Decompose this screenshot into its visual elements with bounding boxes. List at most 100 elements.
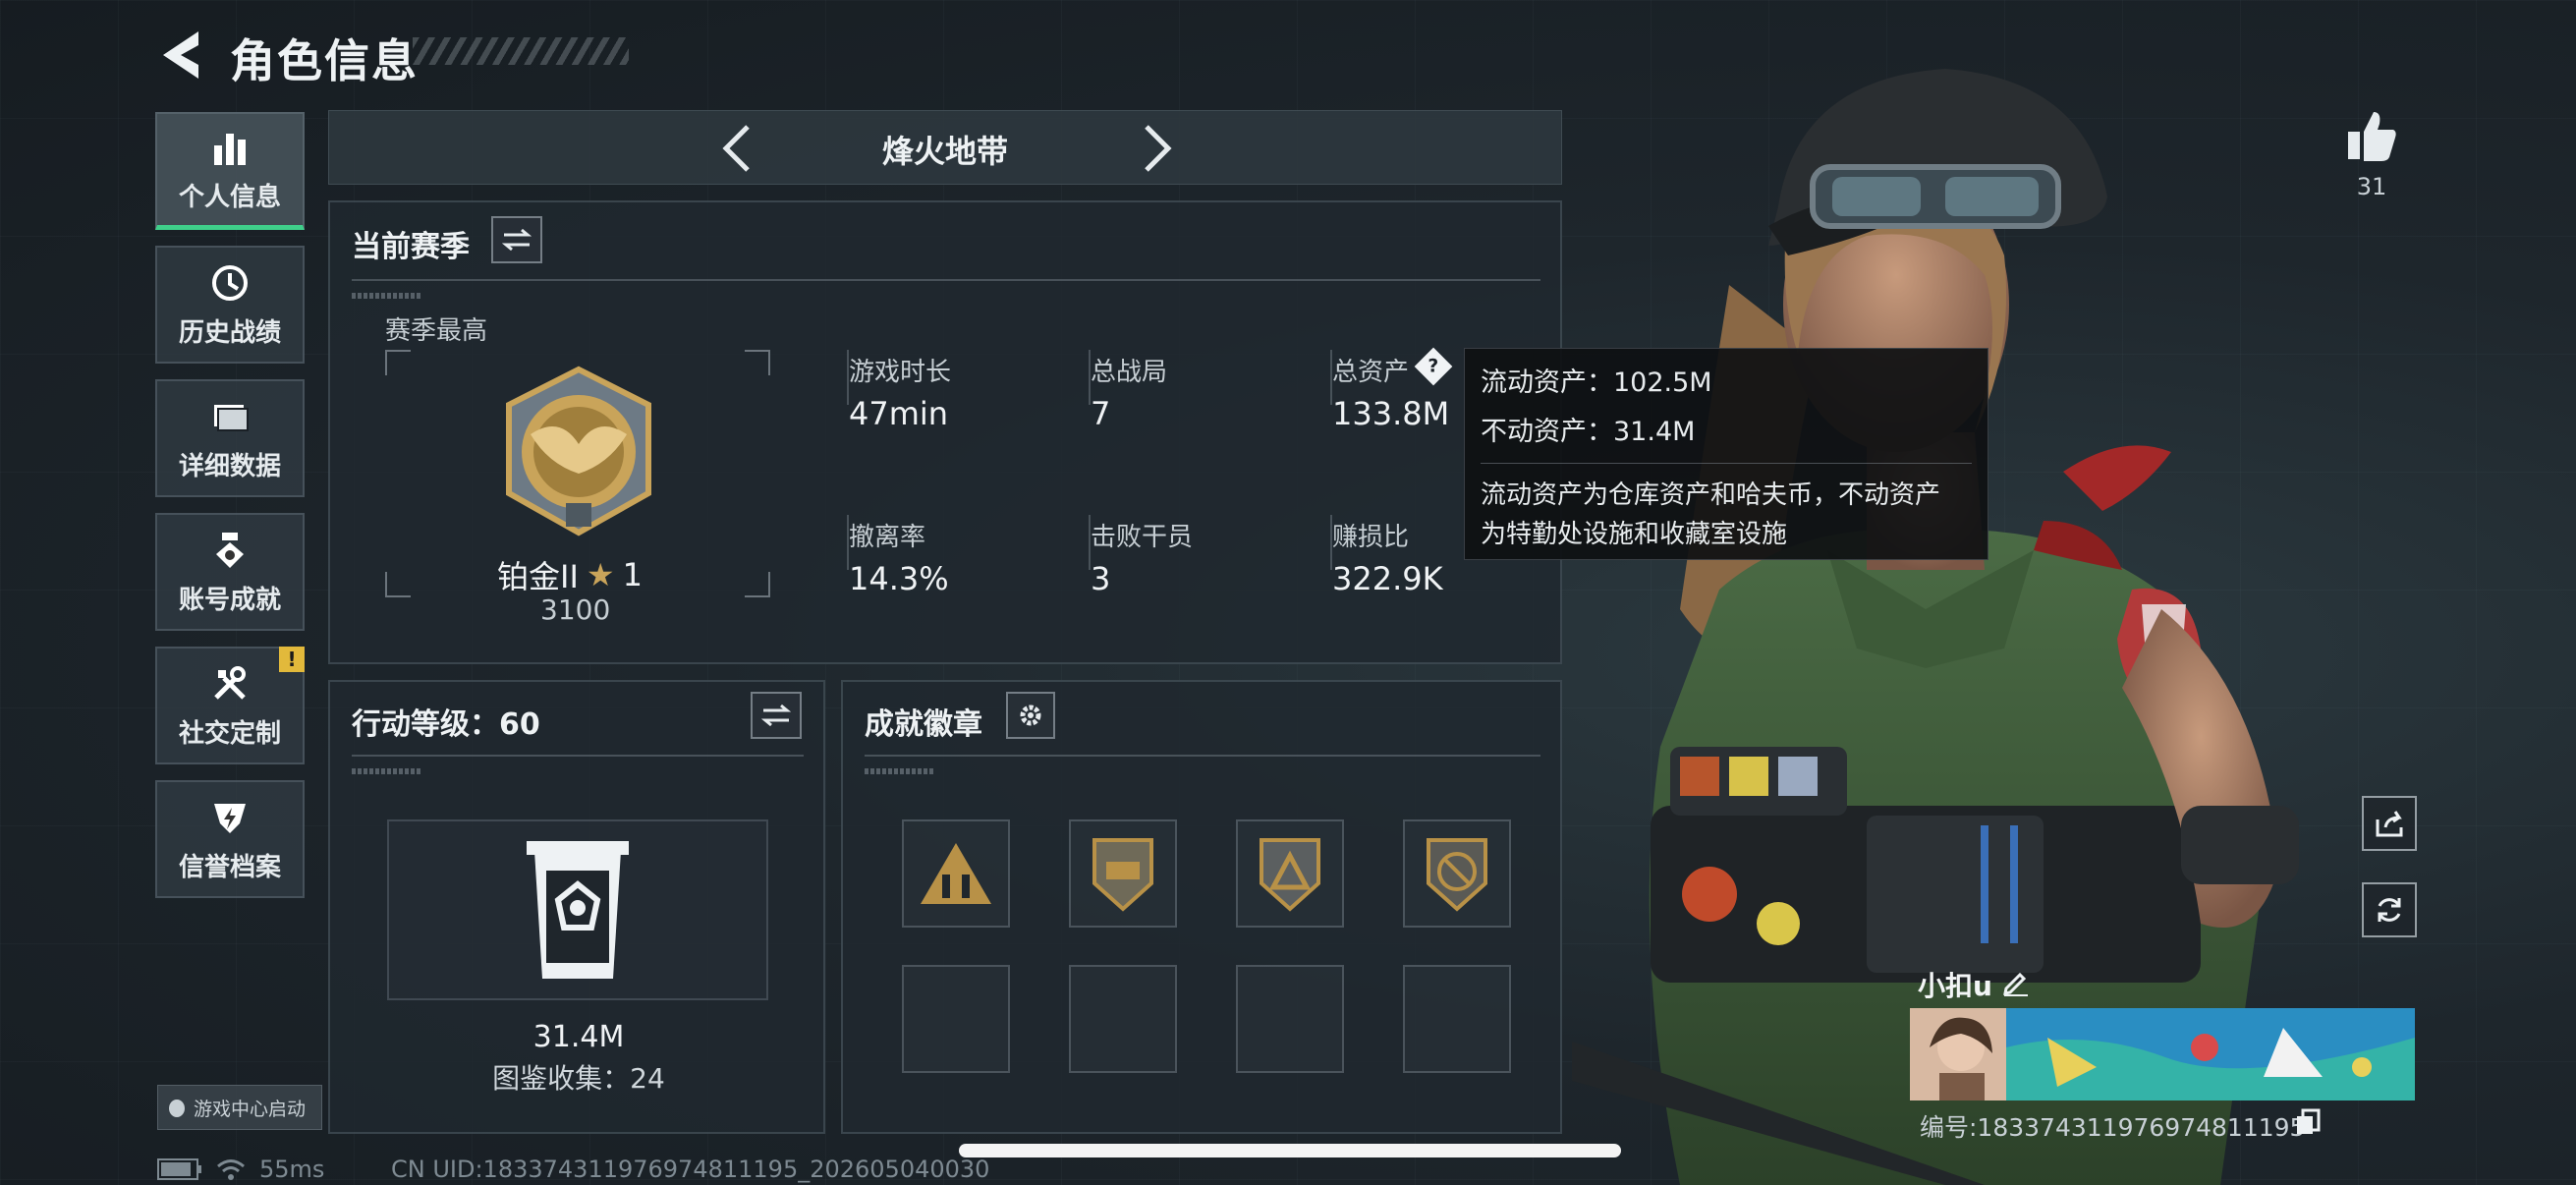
stat-label-playtime: 游戏时长 [849, 358, 952, 387]
player-banner[interactable] [1910, 1008, 2415, 1100]
frame-corner [385, 572, 411, 597]
sidebar-item-detailed-data[interactable]: 详细数据 [155, 379, 305, 497]
badge-slot[interactable] [1069, 819, 1177, 928]
tools-icon [208, 662, 252, 705]
tooltip-description-line1: 流动资产为仓库资产和哈夫币，不动资产 [1481, 480, 1941, 510]
title-decoration [413, 37, 629, 65]
swap-icon [502, 228, 532, 252]
badge-slot-empty[interactable] [1069, 965, 1177, 1073]
bar-chart-icon [208, 126, 252, 169]
ping-value: 55ms [259, 1156, 325, 1183]
sidebar-item-history[interactable]: 历史战绩 [155, 246, 305, 364]
season-best-label: 赛季最高 [385, 316, 488, 346]
sidebar-item-reputation[interactable]: 信誉档案 [155, 780, 305, 898]
sidebar-item-social[interactable]: 社交定制 ! [155, 647, 305, 764]
uid-text: CN UID:1833743119769748111​95_2026050400… [391, 1156, 990, 1183]
warning-badge: ! [279, 647, 305, 672]
mode-title: 烽火地带 [881, 133, 1008, 170]
sidebar-item-achievements[interactable]: 账号成就 [155, 513, 305, 631]
rank-name: 铂金II [497, 558, 579, 595]
rotate-button[interactable] [2362, 882, 2417, 937]
rank-label: 铂金II ★ 1 [497, 552, 643, 597]
frame-corner [745, 350, 770, 375]
stat-value-playtime: 47min [849, 395, 949, 432]
level-title: 行动等级：60 [352, 707, 540, 742]
assets-tooltip: 流动资产：102.5M 不动资产：31.4M 流动资产为仓库资产和哈夫币，不动资… [1464, 348, 1988, 560]
collection-value: 31.4M [532, 1020, 625, 1054]
thumbs-up-icon[interactable] [2344, 108, 2399, 163]
season-panel: 当前赛季 赛季最高 铂金II ★ 1 3100 游戏时长 47min 总战局 7… [328, 200, 1562, 664]
decoration [352, 293, 420, 299]
share-button[interactable] [2362, 796, 2417, 851]
decoration [352, 768, 420, 774]
achievements-panel: 成就徽章 [841, 680, 1562, 1134]
tooltip-fixed-assets: 不动资产：31.4M [1481, 417, 1696, 447]
game-center-label: 游戏中心启动 [194, 1098, 307, 1120]
home-indicator[interactable] [959, 1144, 1621, 1157]
sidebar-item-label: 账号成就 [178, 585, 281, 615]
decoration [865, 768, 933, 774]
player-id: 编号:1833743119769748111​95 [1920, 1113, 2306, 1142]
copy-icon[interactable] [2295, 1108, 2321, 1136]
frame-corner [385, 350, 411, 375]
share-icon [2376, 811, 2403, 837]
vehicle-badge-icon [1092, 838, 1153, 912]
swap-icon [761, 704, 791, 727]
sidebar-item-label: 历史战绩 [178, 317, 281, 348]
stat-value-extract-rate: 14.3% [849, 560, 949, 597]
collection-cabinet-icon [527, 841, 629, 979]
stat-label-assets: 总资产 [1332, 358, 1410, 387]
triangle-badge-icon [1260, 838, 1320, 912]
collection-preview[interactable] [387, 819, 768, 1000]
penguin-icon [169, 1100, 185, 1117]
badge-slot[interactable] [1236, 819, 1344, 928]
badge-slot-empty[interactable] [902, 965, 1010, 1073]
next-mode-icon[interactable] [1131, 121, 1180, 176]
rank-points: 3100 [540, 593, 611, 626]
game-center-button[interactable]: 游戏中心启动 [157, 1085, 322, 1130]
level-swap-button[interactable] [751, 692, 802, 739]
badge-slot[interactable] [902, 819, 1010, 928]
back-arrow-icon[interactable] [155, 26, 206, 85]
sidebar-item-label: 社交定制 [178, 718, 281, 749]
sidebar-item-personal-info[interactable]: 个人信息 [155, 112, 305, 230]
stat-label-matches: 总战局 [1091, 358, 1168, 387]
achievements-title: 成就徽章 [865, 707, 982, 742]
season-swap-button[interactable] [491, 216, 542, 263]
season-title: 当前赛季 [352, 230, 470, 264]
stat-value-kills: 3 [1091, 560, 1111, 597]
medal-icon [208, 529, 252, 572]
status-bar: 55ms [157, 1156, 324, 1183]
stat-label-extract-rate: 撤离率 [849, 523, 926, 552]
badge-slot-empty[interactable] [1403, 965, 1511, 1073]
sidebar-item-label: 个人信息 [178, 183, 281, 212]
level-panel: 行动等级：60 31.4M 图鉴收集：24 [328, 680, 825, 1134]
like-count: 31 [2356, 173, 2387, 200]
stat-value-assets: 133.8M [1332, 395, 1450, 432]
edit-icon[interactable] [2000, 967, 2030, 996]
rank-stars: 1 [622, 556, 643, 593]
stat-value-profit-ratio: 322.9K [1332, 560, 1443, 597]
help-icon[interactable]: ? [1414, 347, 1453, 386]
stat-label-kills: 击败干员 [1091, 523, 1194, 552]
gear-icon [1020, 705, 1041, 726]
folder-icon [208, 395, 252, 438]
player-name: 小扣u [1918, 970, 1992, 1002]
badge-slot[interactable] [1403, 819, 1511, 928]
page-title: 角色信息 [230, 34, 419, 87]
badge-slot-empty[interactable] [1236, 965, 1344, 1073]
collection-count: 图鉴收集：24 [492, 1062, 665, 1095]
sidebar-item-label: 详细数据 [178, 451, 281, 481]
triangle-soldiers-icon [921, 843, 991, 904]
achievements-settings-button[interactable] [1006, 692, 1055, 739]
tooltip-description-line2: 为特勤处设施和收藏室设施 [1481, 520, 1788, 549]
shield-bolt-icon [208, 796, 252, 839]
divider [352, 279, 1540, 281]
history-clock-icon [208, 261, 252, 305]
frame-corner [745, 572, 770, 597]
divider [1481, 463, 1972, 464]
mode-selector: 烽火地带 [328, 110, 1562, 185]
wifi-icon [217, 1159, 245, 1180]
refresh-icon [2378, 898, 2401, 922]
stat-label-profit-ratio: 赚损比 [1332, 523, 1410, 552]
